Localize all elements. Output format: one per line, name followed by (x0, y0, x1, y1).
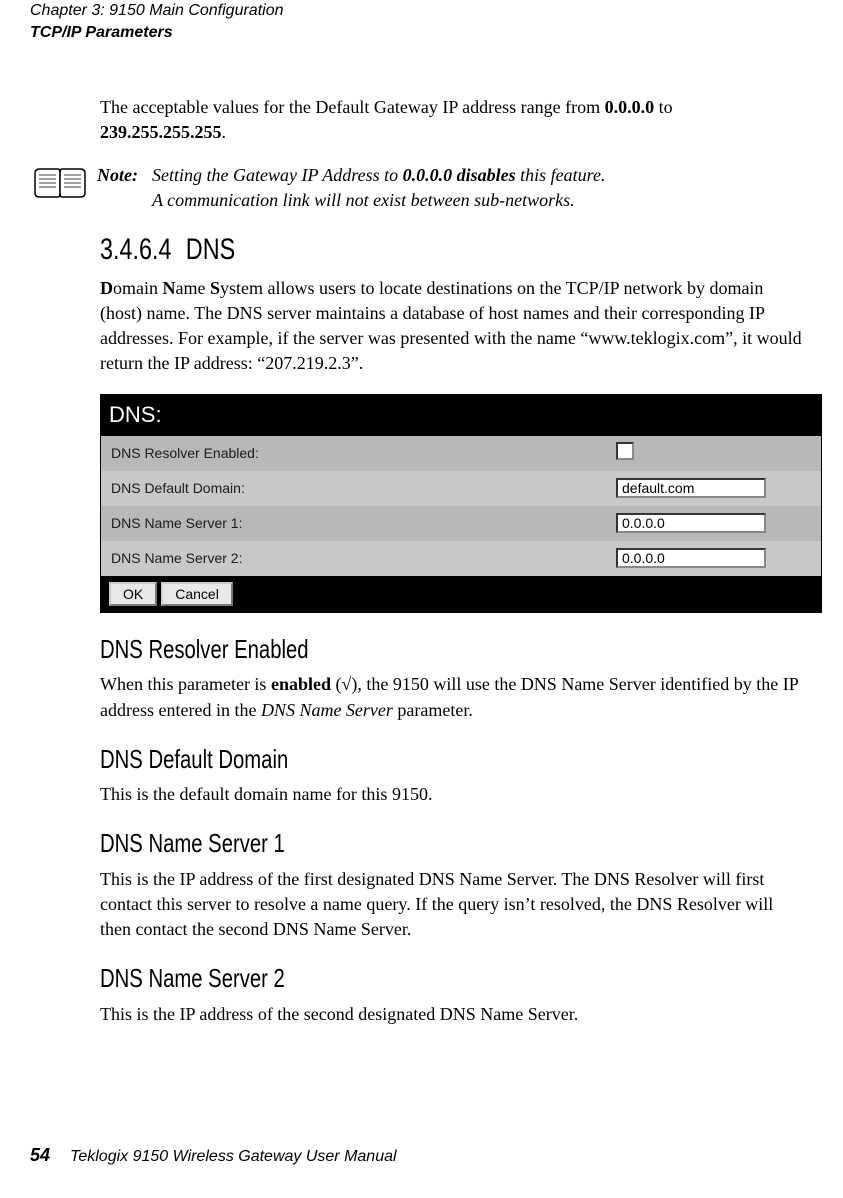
dns-server2-input[interactable] (616, 548, 766, 568)
dns-server2-label: DNS Name Server 2: (101, 549, 616, 569)
dns-resolver-label: DNS Resolver Enabled: (101, 444, 616, 464)
dns-resolver-row: DNS Resolver Enabled: (101, 436, 821, 471)
server1-text: This is the IP address of the first desi… (100, 867, 803, 943)
note-block: Note:Setting the Gateway IP Address to 0… (30, 163, 813, 213)
dns-config-panel: DNS: DNS Resolver Enabled: DNS Default D… (100, 394, 822, 613)
dns-button-row: OKCancel (101, 576, 821, 612)
note-text: Note:Setting the Gateway IP Address to 0… (97, 163, 803, 213)
page-header: Chapter 3: 9150 Main Configuration TCP/I… (30, 0, 813, 45)
dns-panel-title: DNS: (101, 395, 821, 436)
resolver-text: When this parameter is enabled (√), the … (100, 672, 803, 722)
dns-server2-row: DNS Name Server 2: (101, 541, 821, 576)
section-heading: 3.4.6.4DNS (100, 229, 648, 271)
resolver-heading: DNS Resolver Enabled (100, 631, 648, 667)
server2-heading: DNS Name Server 2 (100, 960, 648, 996)
ok-button[interactable]: OK (109, 582, 157, 606)
header-section: TCP/IP Parameters (30, 22, 813, 44)
server1-heading: DNS Name Server 1 (100, 825, 648, 861)
default-domain-heading: DNS Default Domain (100, 741, 648, 777)
dns-default-domain-input[interactable] (616, 478, 766, 498)
note-label: Note: (97, 163, 152, 188)
dns-resolver-checkbox[interactable] (616, 442, 634, 460)
intro-paragraph: The acceptable values for the Default Ga… (100, 95, 803, 145)
page-footer: 54 Teklogix 9150 Wireless Gateway User Ma… (30, 1143, 397, 1168)
header-chapter: Chapter 3: 9150 Main Configuration (30, 0, 813, 22)
dns-server1-row: DNS Name Server 1: (101, 506, 821, 541)
footer-title: Teklogix 9150 Wireless Gateway User Manu… (70, 1148, 397, 1165)
book-icon (30, 163, 97, 213)
dns-description: Domain Name System allows users to locat… (100, 276, 803, 377)
cancel-button[interactable]: Cancel (161, 582, 233, 606)
default-domain-text: This is the default domain name for this… (100, 782, 803, 807)
dns-default-domain-row: DNS Default Domain: (101, 471, 821, 506)
dns-default-domain-label: DNS Default Domain: (101, 479, 616, 499)
dns-server1-label: DNS Name Server 1: (101, 514, 616, 534)
dns-server1-input[interactable] (616, 513, 766, 533)
server2-text: This is the IP address of the second des… (100, 1002, 803, 1027)
page-number: 54 (30, 1145, 50, 1165)
